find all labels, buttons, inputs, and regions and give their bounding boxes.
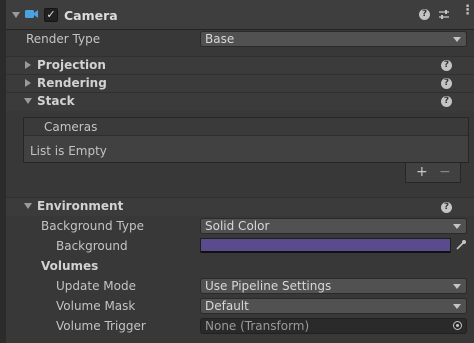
- projection-help-icon[interactable]: ?: [441, 60, 452, 71]
- projection-foldout-arrow-icon[interactable]: [25, 61, 31, 69]
- volume-mask-value: Default: [205, 299, 249, 313]
- stack-help-icon[interactable]: ?: [441, 96, 452, 107]
- stack-section-label: Stack: [37, 94, 75, 108]
- chevron-down-icon: [453, 37, 461, 42]
- render-type-dropdown[interactable]: Base: [200, 31, 467, 47]
- update-mode-label: Update Mode: [56, 279, 136, 293]
- rendering-help-icon[interactable]: ?: [441, 78, 452, 89]
- list-empty-text: List is Empty: [30, 144, 107, 158]
- background-type-label: Background Type: [41, 219, 144, 233]
- component-foldout-arrow-icon[interactable]: [12, 12, 20, 18]
- add-list-item-button[interactable]: +: [416, 164, 428, 180]
- stack-section-header[interactable]: [6, 92, 474, 111]
- background-type-value: Solid Color: [205, 219, 270, 233]
- camera-icon: [25, 10, 38, 18]
- chevron-down-icon: [453, 224, 461, 229]
- projection-section-label: Projection: [37, 58, 106, 72]
- color-alpha-bar: [201, 251, 450, 253]
- volumes-label: Volumes: [41, 259, 99, 273]
- cameras-reorderable-list: Cameras List is Empty: [23, 117, 469, 163]
- background-type-dropdown[interactable]: Solid Color: [200, 218, 467, 234]
- component-enabled-checkbox[interactable]: ✓: [44, 8, 58, 22]
- render-type-value: Base: [205, 32, 235, 46]
- volume-trigger-value: None (Transform): [205, 319, 310, 333]
- render-type-label: Render Type: [26, 32, 101, 46]
- environment-help-icon[interactable]: ?: [441, 202, 452, 213]
- rendering-section-label: Rendering: [37, 76, 107, 90]
- update-mode-value: Use Pipeline Settings: [205, 279, 332, 293]
- volume-trigger-object-field[interactable]: None (Transform): [200, 318, 467, 334]
- volume-mask-dropdown[interactable]: Default: [200, 298, 467, 314]
- component-title: Camera: [64, 8, 118, 23]
- help-icon[interactable]: ?: [419, 9, 430, 20]
- background-color-label: Background: [56, 239, 128, 253]
- chevron-down-icon: [453, 304, 461, 309]
- presets-icon[interactable]: [438, 9, 450, 20]
- cameras-list-header: Cameras: [24, 118, 468, 136]
- rendering-foldout-arrow-icon[interactable]: [25, 79, 31, 87]
- inspector-left-gutter: [0, 0, 6, 343]
- cameras-list-footer: + −: [405, 163, 461, 183]
- cameras-list-header-label: Cameras: [44, 120, 98, 134]
- kebab-menu-icon[interactable]: ⋮: [461, 4, 474, 17]
- environment-section-label: Environment: [37, 199, 124, 213]
- eyedropper-icon[interactable]: [455, 239, 467, 251]
- update-mode-dropdown[interactable]: Use Pipeline Settings: [200, 278, 467, 294]
- stack-foldout-arrow-icon[interactable]: [24, 98, 32, 104]
- chevron-down-icon: [453, 284, 461, 289]
- object-picker-icon[interactable]: [453, 321, 462, 330]
- camera-component-header[interactable]: ✓ Camera ? ⋮: [6, 0, 474, 30]
- volume-trigger-label: Volume Trigger: [56, 319, 146, 333]
- environment-foldout-arrow-icon[interactable]: [24, 203, 32, 209]
- volume-mask-label: Volume Mask: [56, 299, 136, 313]
- remove-list-item-button[interactable]: −: [439, 164, 451, 180]
- background-color-field[interactable]: [200, 238, 451, 253]
